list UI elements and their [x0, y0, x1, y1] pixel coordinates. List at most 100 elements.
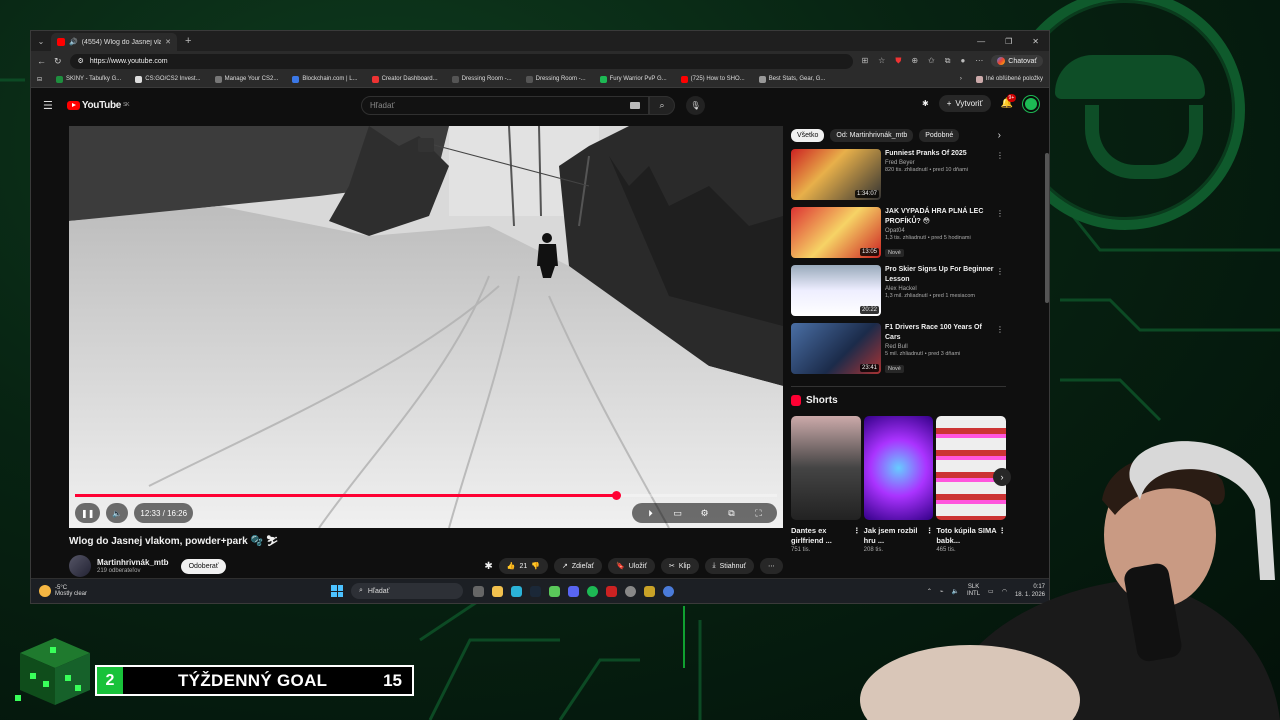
tab-youtube[interactable]: 🔊 (4554) Wlog do Jasnej vlakom ✕: [51, 33, 177, 51]
like-button[interactable]: 👍 21 👎: [498, 558, 548, 574]
chip-all[interactable]: Všetko: [791, 128, 825, 142]
video-thumbnail[interactable]: 20:22: [791, 265, 881, 316]
create-button[interactable]: + Vytvoriť: [938, 95, 991, 112]
site-info-icon[interactable]: ⚙: [78, 57, 84, 65]
chip-related[interactable]: Podobné: [919, 128, 960, 142]
tab-menu-icon[interactable]: ⌄: [31, 37, 51, 46]
video-thumbnail[interactable]: 1:34:07: [791, 149, 881, 200]
bookmark-item[interactable]: Dressing Room -...: [525, 75, 586, 83]
app-icon[interactable]: [644, 585, 655, 597]
save-button[interactable]: 🔖 Uložiť: [608, 558, 655, 574]
recommended-video[interactable]: 1:34:07 Funniest Pranks Of 2025 Fred Bey…: [791, 149, 1006, 202]
progress-handle[interactable]: [611, 491, 621, 500]
video-thumbnail[interactable]: 13:05: [791, 207, 881, 258]
url-field[interactable]: ⚙ https://www.youtube.com: [69, 53, 854, 69]
search-button[interactable]: ⌕: [649, 96, 675, 115]
share-button[interactable]: ↗ Zdieľať: [553, 558, 603, 574]
steam-icon[interactable]: [530, 585, 541, 597]
back-icon[interactable]: ←: [37, 56, 46, 66]
more-options-icon[interactable]: ⋮: [996, 151, 1004, 160]
more-options-icon[interactable]: ⋮: [996, 325, 1004, 334]
youtube-logo[interactable]: YouTube SK: [66, 100, 129, 111]
autoplay-toggle-icon[interactable]: ⏵: [638, 508, 663, 519]
file-explorer-icon[interactable]: [492, 585, 503, 597]
video-title[interactable]: Funniest Pranks Of 2025: [885, 149, 995, 159]
close-tab-icon[interactable]: ✕: [165, 38, 171, 46]
other-bookmarks[interactable]: Iné obľúbené položky: [975, 75, 1043, 83]
taskbar-search[interactable]: ⌕ Hľadať: [351, 583, 463, 599]
favorites-icon[interactable]: ✩: [928, 56, 935, 66]
battlenet-icon[interactable]: [663, 585, 674, 597]
menu-icon[interactable]: ☰: [43, 99, 53, 112]
task-view-icon[interactable]: [473, 585, 484, 597]
progress-bar[interactable]: [75, 491, 777, 500]
extension-icon[interactable]: ⊕: [911, 56, 918, 66]
bookmark-item[interactable]: SKINY - Tabuľky G...: [56, 75, 121, 83]
fullscreen-icon[interactable]: ⛶: [746, 508, 771, 519]
more-actions-button[interactable]: ⋯: [760, 558, 783, 574]
game-app-icon[interactable]: [549, 585, 560, 597]
channel-name[interactable]: Martinhrivnák_mtb: [97, 558, 169, 567]
install-app-icon[interactable]: ⊞: [861, 56, 868, 66]
more-options-icon[interactable]: ⋮: [996, 209, 1004, 218]
pause-button[interactable]: ❚❚: [75, 503, 101, 523]
video-player[interactable]: ❚❚ 🔈 12:33 / 16:26 ⏵ ▭ ⚙ ⧉ ⛶: [69, 126, 783, 528]
clip-button[interactable]: ✂ Klip: [660, 558, 699, 574]
weather-widget[interactable]: -5°C Mostly clear: [31, 585, 331, 597]
bookmark-item[interactable]: Manage Your CS2...: [214, 75, 278, 83]
account-avatar[interactable]: [1023, 95, 1039, 112]
video-title[interactable]: JAK VYPADÁ HRA PLNÁ LEC PROFÍKŮ? 😳: [885, 207, 995, 227]
search-input[interactable]: Hľadať: [361, 96, 649, 115]
recommended-video[interactable]: 23:41 F1 Drivers Race 100 Years Of Cars …: [791, 323, 1006, 376]
bookmark-item[interactable]: Dressing Room -...: [451, 75, 512, 83]
edge-icon[interactable]: [511, 585, 522, 597]
bookmark-item[interactable]: Creator Dashboard...: [371, 75, 438, 83]
video-thumbnail[interactable]: 23:41: [791, 323, 881, 374]
bookmarks-menu-icon[interactable]: ⊟: [37, 76, 42, 83]
minimize-icon[interactable]: —: [977, 37, 985, 46]
channel-name[interactable]: Fred Beyer: [885, 160, 995, 166]
chevron-right-icon[interactable]: ›: [998, 130, 1001, 141]
channel-name[interactable]: Opat04: [885, 228, 995, 234]
new-tab-icon[interactable]: +: [185, 35, 191, 47]
profile-icon[interactable]: ●: [960, 56, 965, 66]
video-title[interactable]: F1 Drivers Race 100 Years Of Cars: [885, 323, 995, 343]
close-window-icon[interactable]: ✕: [1032, 37, 1039, 46]
extension-puzzle-icon[interactable]: ✱: [922, 99, 929, 108]
bookmark-item[interactable]: (725) How to SHO...: [680, 75, 745, 83]
bookmarks-overflow-icon[interactable]: ›: [960, 76, 962, 82]
bookmark-item[interactable]: Best Stats, Gear, G...: [758, 75, 825, 83]
valorant-icon[interactable]: [606, 585, 617, 597]
extension-puzzle-icon[interactable]: ✱: [484, 561, 492, 572]
notifications-bell-icon[interactable]: 🔔 9+: [1001, 94, 1017, 109]
more-icon[interactable]: ⋯: [975, 56, 983, 66]
discord-icon[interactable]: [568, 585, 579, 597]
spotify-icon[interactable]: [587, 585, 598, 597]
maximize-icon[interactable]: ❐: [1005, 37, 1012, 46]
bookmark-item[interactable]: Fury Warrior PvP G...: [599, 75, 667, 83]
channel-avatar[interactable]: [69, 555, 91, 577]
subscribe-button[interactable]: Odoberať: [180, 558, 227, 574]
scrollbar[interactable]: [1045, 153, 1049, 303]
bookmark-star-icon[interactable]: ☆: [878, 56, 885, 66]
video-title[interactable]: Pro Skier Signs Up For Beginner Lesson: [885, 265, 995, 285]
channel-name[interactable]: Alex Hackel: [885, 286, 995, 292]
chat-button[interactable]: Chatovať: [991, 55, 1043, 67]
collections-icon[interactable]: ⧉: [945, 56, 951, 66]
recommended-video[interactable]: 13:05 JAK VYPADÁ HRA PLNÁ LEC PROFÍKŮ? 😳…: [791, 207, 1006, 260]
voice-search-button[interactable]: 🎙: [686, 96, 705, 115]
chip-channel[interactable]: Od: Martinhrivnák_mtb: [830, 128, 914, 142]
reload-icon[interactable]: ↻: [54, 56, 62, 67]
more-options-icon[interactable]: ⋮: [996, 267, 1004, 276]
channel-name[interactable]: Red Bull: [885, 344, 995, 350]
download-button[interactable]: ⤓ Stiahnuť: [704, 558, 754, 574]
subtitles-icon[interactable]: ▭: [665, 508, 690, 519]
obs-icon[interactable]: [625, 585, 636, 597]
miniplayer-icon[interactable]: ⧉: [719, 508, 744, 519]
recommended-video[interactable]: 20:22 Pro Skier Signs Up For Beginner Le…: [791, 265, 1006, 318]
settings-gear-icon[interactable]: ⚙: [692, 508, 717, 519]
speaker-icon[interactable]: 🔊: [69, 38, 78, 46]
bookmark-item[interactable]: Blockchain.com | L...: [292, 75, 358, 83]
volume-button[interactable]: 🔈: [106, 503, 129, 523]
keyboard-icon[interactable]: [630, 102, 640, 109]
